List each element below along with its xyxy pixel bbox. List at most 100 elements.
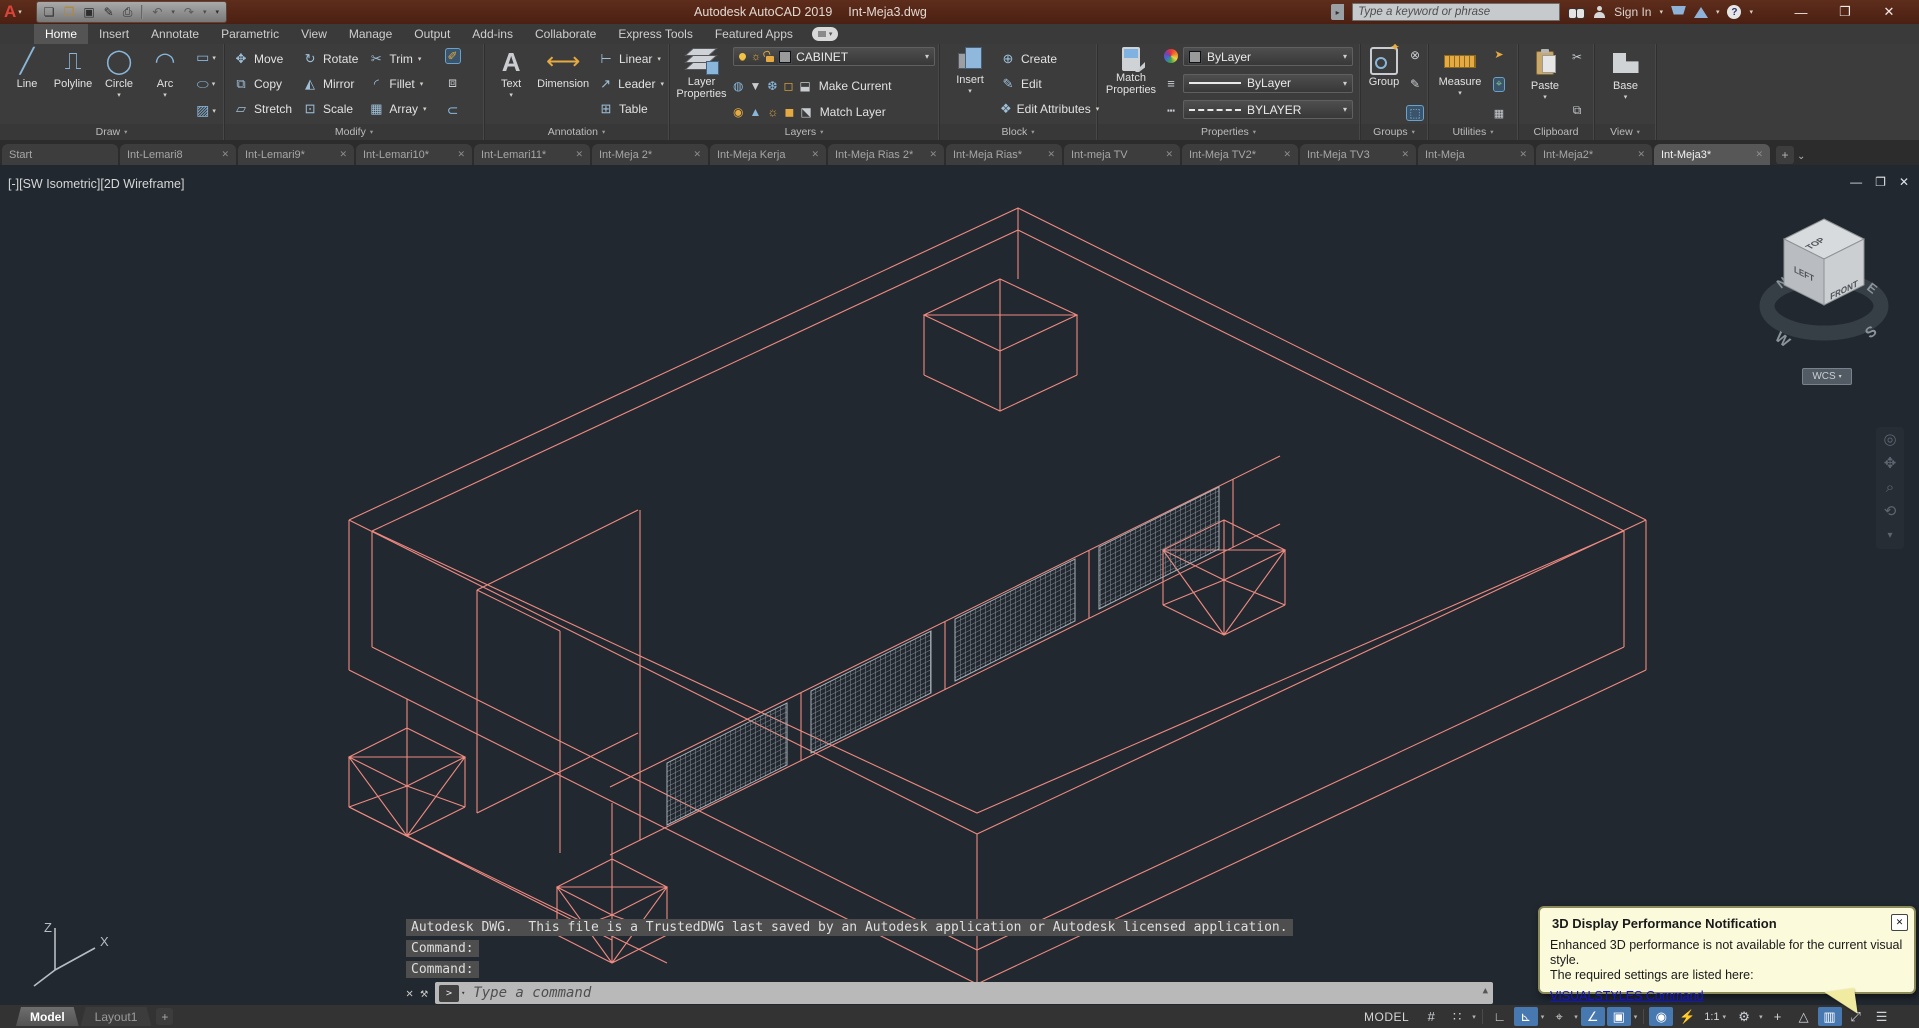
redo-button[interactable]: ↷	[184, 3, 194, 21]
close-tab-icon[interactable]: ✕	[811, 149, 819, 160]
layer-unlock-all-icon[interactable]: ◼	[784, 105, 794, 119]
model-space-badge[interactable]: MODEL	[1356, 1010, 1417, 1024]
zoom-icon[interactable]: ⌕	[1886, 479, 1894, 497]
file-tab-int-meja-rias[interactable]: Int-Meja Rias* ✕	[946, 144, 1062, 165]
command-customize-icon[interactable]: ⚒	[420, 986, 428, 1001]
snap-mode-toggle[interactable]: ∷	[1445, 1007, 1469, 1026]
panel-label-groups[interactable]: Groups ▾	[1361, 124, 1427, 140]
mirror-button[interactable]: ◭ Mirror	[299, 74, 361, 94]
osnap-dropdown-icon[interactable]: ▾	[1633, 1013, 1639, 1021]
annotation-scale-button[interactable]: 1:1 ▾	[1701, 1011, 1730, 1023]
command-input[interactable]	[471, 984, 1490, 1002]
quick-calculator-icon[interactable]: ▦	[1494, 107, 1504, 120]
polyline-button[interactable]: ⎍ Polyline	[50, 44, 96, 124]
quick-select-icon[interactable]: ➤	[1494, 48, 1503, 61]
measure-button[interactable]: Measure ▾	[1433, 44, 1487, 124]
workspace-dropdown-icon[interactable]: ▾	[1758, 1013, 1764, 1021]
file-tab-int-meja-tv3[interactable]: Int-Meja TV3 ✕	[1300, 144, 1416, 165]
ribbon-tab-annotate[interactable]: Annotate	[140, 24, 210, 44]
linear-button[interactable]: ⊢ Linear ▾	[595, 49, 667, 69]
file-tab-int-meja[interactable]: Int-Meja ✕	[1418, 144, 1534, 165]
erase-button[interactable]: ✐	[444, 48, 461, 64]
sign-in-button[interactable]: Sign In	[1614, 5, 1651, 19]
notification-close-icon[interactable]: ✕	[1891, 914, 1908, 931]
ribbon-tab-insert[interactable]: Insert	[88, 24, 140, 44]
file-tab-int-meja-kerja[interactable]: Int-Meja Kerja ✕	[710, 144, 826, 165]
command-close-icon[interactable]: ✕	[406, 986, 413, 1000]
polar-dropdown-icon[interactable]: ▾	[1540, 1013, 1546, 1021]
layer-dropdown[interactable]: ☼ CABINET ▾	[733, 47, 935, 66]
close-tab-icon[interactable]: ✕	[1755, 149, 1763, 160]
layer-isolate-icon[interactable]: ◍	[733, 79, 743, 93]
match-layer-button[interactable]: Match Layer	[820, 105, 886, 119]
leader-button[interactable]: ↗ Leader ▾	[595, 74, 667, 94]
fillet-button[interactable]: ◜ Fillet ▾	[365, 74, 429, 94]
viewcube[interactable]: N E W S TOP LEFT FRONT	[1754, 203, 1894, 353]
app-menu-button[interactable]: A ▾	[4, 2, 22, 22]
layer-unisolate-icon[interactable]: ▼	[749, 79, 761, 93]
stretch-button[interactable]: ▱ Stretch	[230, 99, 295, 119]
tab-overflow-icon[interactable]: ⌄	[1797, 151, 1805, 162]
panel-label-block[interactable]: Block ▾	[940, 124, 1096, 140]
pan-icon[interactable]: ✥	[1884, 455, 1897, 473]
offset-button[interactable]: ⊂	[447, 102, 459, 119]
workspace-switching-button[interactable]: ⚙	[1732, 1007, 1756, 1026]
minimize-button[interactable]: —	[1779, 0, 1823, 24]
snap-dropdown-icon[interactable]: ▾	[1471, 1013, 1477, 1021]
panel-label-utilities[interactable]: Utilities ▾	[1429, 124, 1517, 140]
ellipse-button[interactable]: ⬭ ▾	[197, 76, 215, 93]
new-file-button[interactable]: ❏	[44, 3, 55, 21]
ungroup-icon[interactable]: ⊗	[1410, 48, 1420, 62]
file-tab-start[interactable]: Start	[2, 144, 118, 165]
id-point-icon[interactable]: ⌖	[1492, 76, 1506, 92]
viewport-restore-icon[interactable]: ❐	[1875, 175, 1886, 189]
a360-icon[interactable]	[1693, 6, 1708, 18]
lineweight-icon[interactable]: ≡	[1167, 76, 1175, 91]
a360-dropdown-icon[interactable]: ▾	[1716, 8, 1720, 16]
ribbon-tab-express-tools[interactable]: Express Tools	[607, 24, 703, 44]
file-tab-int-meja-2[interactable]: Int-Meja 2* ✕	[592, 144, 708, 165]
customization-menu-button[interactable]: ☰	[1870, 1007, 1894, 1026]
close-tab-icon[interactable]: ✕	[221, 149, 229, 160]
object-snap-toggle[interactable]: ▣	[1606, 1007, 1631, 1026]
orbit-icon[interactable]: ⟲	[1884, 503, 1897, 521]
file-tab-int-meja-tv2[interactable]: Int-Meja TV2* ✕	[1182, 144, 1298, 165]
command-input-bar[interactable]: > ▾ ▲	[435, 982, 1494, 1004]
grid-toggle[interactable]: #	[1419, 1007, 1443, 1026]
save-button[interactable]: ▣	[83, 3, 94, 21]
rotate-button[interactable]: ↻ Rotate	[299, 49, 361, 69]
ribbon-tab-view[interactable]: View	[290, 24, 338, 44]
annotation-monitor-toggle[interactable]: △	[1792, 1007, 1816, 1026]
panel-label-clipboard[interactable]: Clipboard	[1519, 124, 1593, 140]
file-tab-int-meja-tv[interactable]: Int-meja TV ✕	[1064, 144, 1180, 165]
match-properties-button[interactable]: Match Properties	[1103, 44, 1159, 124]
arc-button[interactable]: ◠ Arc ▾	[142, 44, 188, 124]
ortho-toggle[interactable]: ∟	[1488, 1007, 1512, 1026]
text-button[interactable]: A Text ▾	[489, 44, 533, 124]
ribbon-tab-parametric[interactable]: Parametric	[210, 24, 290, 44]
new-drawing-tab-button[interactable]: +	[1776, 146, 1794, 164]
ribbon-tab-output[interactable]: Output	[403, 24, 461, 44]
copy-button[interactable]: ⧉ Copy	[230, 74, 295, 94]
redo-dropdown-icon[interactable]: ▾	[203, 8, 207, 16]
trim-button[interactable]: ✂ Trim ▾	[365, 49, 429, 69]
panel-label-view[interactable]: View ▾	[1595, 124, 1655, 140]
close-tab-icon[interactable]: ✕	[929, 149, 937, 160]
layer-thaw-all-icon[interactable]: ☼	[767, 105, 778, 119]
close-button[interactable]: ✕	[1867, 0, 1911, 24]
layer-properties-button[interactable]: Layer Properties	[674, 44, 729, 124]
object-color-dropdown[interactable]: ByLayer ▾	[1183, 47, 1353, 66]
help-dropdown-icon[interactable]: ▾	[1749, 8, 1753, 16]
panel-label-modify[interactable]: Modify ▾	[225, 124, 483, 140]
viewport-close-icon[interactable]: ✕	[1899, 175, 1909, 189]
wcs-button[interactable]: WCS ▾	[1802, 368, 1852, 385]
save-as-button[interactable]: ✎	[104, 3, 114, 21]
ribbon-tab-manage[interactable]: Manage	[338, 24, 403, 44]
ribbon-tab-collaborate[interactable]: Collaborate	[524, 24, 607, 44]
ribbon-tab-add-ins[interactable]: Add-ins	[461, 24, 524, 44]
file-tab-int-meja3[interactable]: Int-Meja3* ✕	[1654, 144, 1770, 165]
rectangle-button[interactable]: ▭ ▾	[196, 49, 216, 66]
file-tab-int-meja-rias-2[interactable]: Int-Meja Rias 2* ✕	[828, 144, 944, 165]
close-tab-icon[interactable]: ✕	[1047, 149, 1055, 160]
store-cart-icon[interactable]	[1670, 5, 1686, 15]
